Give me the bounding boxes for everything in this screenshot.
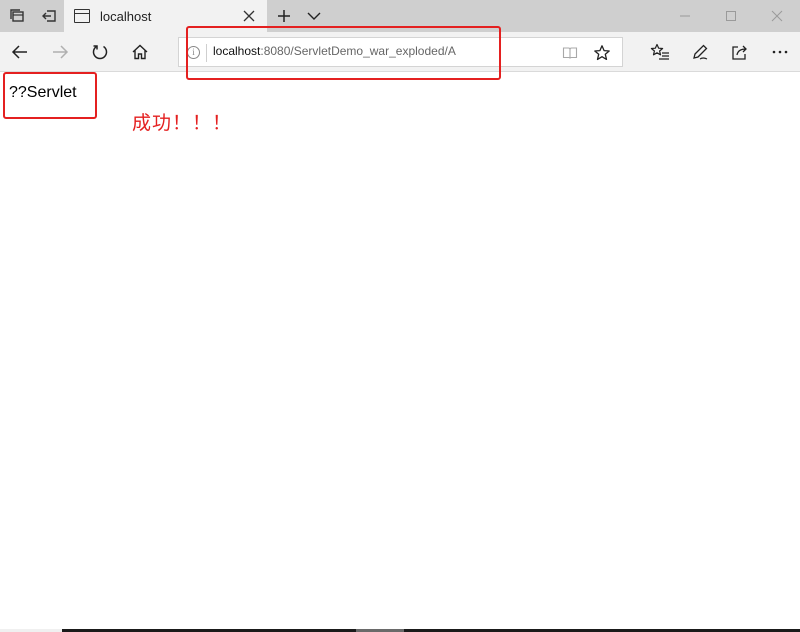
close-icon [771,10,783,22]
more-icon [772,50,788,54]
book-icon [562,47,578,59]
plus-icon [278,10,290,22]
back-button[interactable] [0,32,40,72]
tab-title: localhost [100,8,152,24]
heading-highlight-box [3,72,97,119]
add-favorite-button[interactable] [592,43,612,63]
minimize-button[interactable] [662,0,708,32]
url-highlight-box [186,26,501,80]
tabs-aside-button[interactable] [2,0,32,32]
favorites-list-icon [650,43,669,60]
tabs-aside-icon [10,9,24,22]
refresh-button[interactable] [80,32,120,72]
forward-arrow-icon [53,45,69,59]
share-icon [732,45,747,60]
refresh-icon [92,45,108,60]
maximize-icon [726,11,736,21]
chevron-down-icon [307,12,321,20]
set-aside-button[interactable] [34,0,64,32]
close-icon[interactable] [241,8,257,24]
maximize-button[interactable] [708,0,754,32]
back-arrow-icon [11,45,27,59]
minimize-icon [680,15,690,17]
pen-icon [693,44,708,60]
favorites-hub-button[interactable] [640,32,680,72]
home-button[interactable] [120,32,160,72]
success-annotation: 成功！！！ [132,112,233,134]
more-button[interactable] [760,32,800,72]
home-icon [132,44,148,60]
share-button[interactable] [720,32,760,72]
page-content [0,73,800,629]
window-close-button[interactable] [754,0,800,32]
set-aside-icon [42,10,56,22]
star-icon [594,45,610,61]
reading-view-button[interactable] [560,43,580,63]
notes-button[interactable] [680,32,720,72]
forward-button[interactable] [40,32,80,72]
page-icon [74,9,90,23]
